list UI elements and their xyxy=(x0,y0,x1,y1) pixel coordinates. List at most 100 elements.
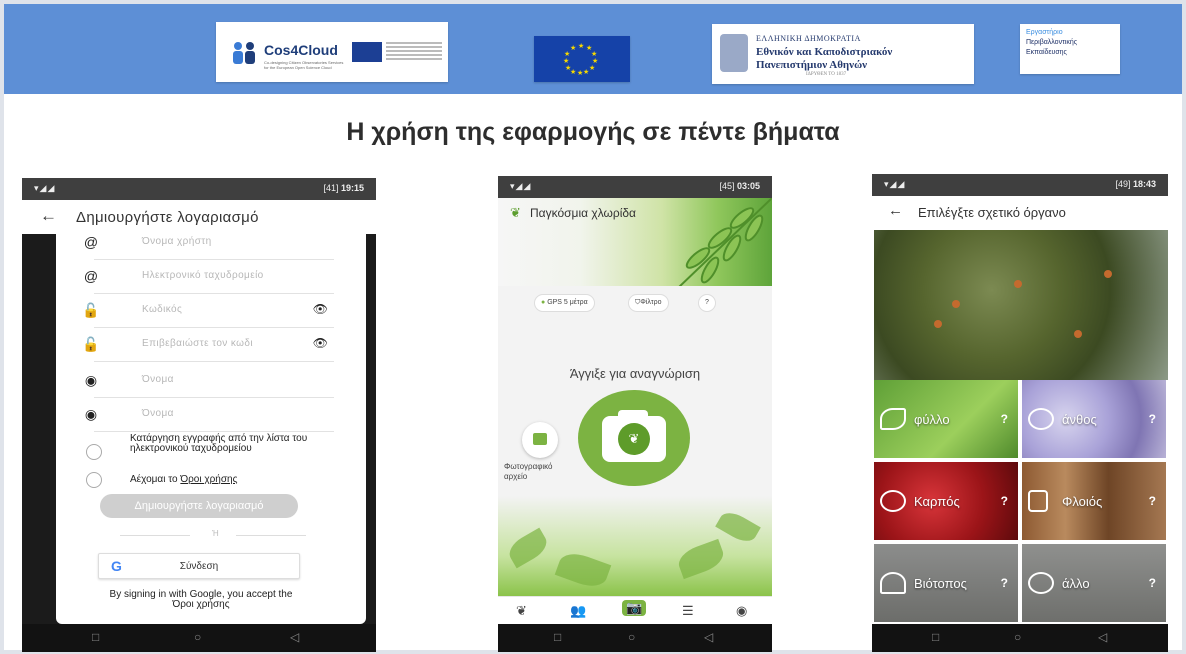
back-button[interactable]: ◁ xyxy=(1098,630,1107,644)
plant-icon: ❦ xyxy=(510,205,521,220)
battery-icon: [49] xyxy=(1115,179,1131,189)
organ-grid: φύλλο ? άνθος ? Καρπός ? Φλοιός ? Βιότοπ… xyxy=(874,380,1168,624)
back-button[interactable]: ◁ xyxy=(290,630,299,644)
home-button[interactable]: ○ xyxy=(194,630,201,644)
fruit-icon xyxy=(880,490,906,512)
slide-title: Η χρήση της εφαρμογής σε πέντε βήματα xyxy=(346,118,840,146)
organ-habitat-tile[interactable]: Βιότοπος ? xyxy=(874,544,1020,624)
lock-icon: 🔓 xyxy=(82,302,100,318)
signal-icon: ▾◢◢ xyxy=(34,183,56,193)
uoa-logo: ΕΛΛΗΝΙΚΗ ΔΗΜΟΚΡΑΤΙΑ Εθνικόν και Καποδιστ… xyxy=(712,24,974,84)
back-button[interactable]: ◁ xyxy=(704,630,713,644)
filter-chip-label: Φίλτρο xyxy=(640,299,662,306)
person-icon: ◉ xyxy=(84,372,98,388)
svg-text:★: ★ xyxy=(563,57,569,65)
or-text: Ή xyxy=(212,529,219,538)
plant-photo xyxy=(874,230,1168,380)
tab-camera-icon[interactable]: 📷 xyxy=(622,600,647,616)
uoa-line-4: ΙΔΡΥΘΕΝ ΤΟ 1837 xyxy=(806,72,847,77)
back-arrow-icon[interactable]: ← xyxy=(888,202,903,219)
gallery-button[interactable] xyxy=(522,422,558,458)
gps-chip[interactable]: ● GPS 5 μέτρα xyxy=(534,294,595,312)
screen-title: Δημιουργήστε λογαριασμό xyxy=(76,209,259,226)
home-button[interactable]: ○ xyxy=(1014,630,1021,644)
organ-bark-tile[interactable]: Φλοιός ? xyxy=(1022,462,1168,542)
gallery-label: Φωτογραφικό αρχείο xyxy=(504,462,553,481)
location-pin-icon: ● xyxy=(541,299,546,306)
google-terms-link[interactable]: Όροι χρήσης xyxy=(70,600,332,610)
google-signin-button[interactable]: G Σύνδεση xyxy=(98,553,300,579)
status-time: 03:05 xyxy=(736,181,760,191)
foliage-decoration xyxy=(498,496,772,596)
confirm-password-field[interactable]: 🔓 Επιβεβαιώστε τον κωδι 👁 xyxy=(82,328,334,362)
eye-icon[interactable]: 👁 xyxy=(313,302,328,316)
help-icon[interactable]: ? xyxy=(1001,412,1008,426)
bark-icon xyxy=(1028,490,1048,512)
organ-flower-tile[interactable]: άνθος ? xyxy=(1022,380,1168,460)
eye-icon[interactable]: 👁 xyxy=(313,336,328,350)
recent-apps-button[interactable]: □ xyxy=(92,630,99,644)
svg-text:★: ★ xyxy=(592,57,598,65)
bottom-tab-bar: ❦ 👥 📷 ☰ ◉ xyxy=(498,596,772,624)
plant-other-icon xyxy=(1028,572,1054,594)
image-icon xyxy=(533,433,547,445)
organ-other-label: άλλο xyxy=(1062,576,1090,591)
username-placeholder: Όνομα χρήστη xyxy=(142,236,212,247)
tab-community-icon[interactable]: 👥 xyxy=(570,603,586,619)
lab-line-2: Περιβαλλοντικής xyxy=(1026,39,1078,46)
organ-fruit-tile[interactable]: Καρπός ? xyxy=(874,462,1020,542)
organ-fruit-label: Καρπός xyxy=(914,494,960,509)
university-seal-icon xyxy=(720,34,748,72)
password-field[interactable]: 🔓 Κωδικός 👁 xyxy=(82,294,334,328)
signal-icon: ▾◢◢ xyxy=(884,179,906,189)
organ-leaf-label: φύλλο xyxy=(914,412,950,427)
help-icon[interactable]: ? xyxy=(1001,494,1008,508)
password-placeholder: Κωδικός xyxy=(142,304,183,315)
eu-flag-icon: ★ ★ ★ ★ ★ ★ ★ ★ ★ ★ ★ ★ xyxy=(534,36,630,82)
organ-other-tile[interactable]: άλλο ? xyxy=(1022,544,1168,624)
help-icon[interactable]: ? xyxy=(1149,576,1156,590)
tab-plants-icon[interactable]: ❦ xyxy=(516,603,527,619)
last-name-placeholder: Όνομα xyxy=(142,408,174,419)
status-bar: ▾◢◢ [45] 03:05 xyxy=(498,176,772,198)
accept-terms-radio[interactable] xyxy=(86,472,102,488)
help-icon[interactable]: ? xyxy=(1149,494,1156,508)
project-selector[interactable]: Παγκόσμια χλωρίδα xyxy=(530,206,636,220)
back-arrow-icon[interactable]: ← xyxy=(40,206,57,226)
recent-apps-button[interactable]: □ xyxy=(554,630,561,644)
svg-text:★: ★ xyxy=(565,64,571,72)
header-banner: Cos4Cloud Co-designing Citizen Observato… xyxy=(4,4,1182,94)
email-placeholder: Ηλεκτρονικό ταχυδρομείο xyxy=(142,270,264,281)
organ-leaf-tile[interactable]: φύλλο ? xyxy=(874,380,1020,460)
create-account-button[interactable]: Δημιουργήστε λογαριασμό xyxy=(100,494,298,518)
status-bar: ▾◢◢ [49] 18:43 xyxy=(872,174,1168,196)
signal-icon: ▾◢◢ xyxy=(510,181,532,191)
home-button[interactable]: ○ xyxy=(628,630,635,644)
unsubscribe-radio[interactable] xyxy=(86,444,102,460)
battery-icon: [45] xyxy=(719,181,735,191)
username-field[interactable]: @ Όνομα χρήστη xyxy=(84,226,334,260)
help-icon[interactable]: ? xyxy=(698,294,716,312)
svg-text:★: ★ xyxy=(589,64,595,72)
app-bar: ← Επιλέγξτε σχετικό όργανο xyxy=(872,196,1168,228)
people-icon xyxy=(233,42,255,64)
first-name-field[interactable]: ◉ Όνομα xyxy=(85,364,334,398)
help-icon[interactable]: ? xyxy=(1001,576,1008,590)
status-time: 19:15 xyxy=(340,183,364,193)
or-divider: Ή xyxy=(120,528,314,542)
recent-apps-button[interactable]: □ xyxy=(932,630,939,644)
cos4cloud-subtitle: Co-designing Citizen Observatories Servi… xyxy=(264,60,344,70)
last-name-field[interactable]: ◉ Όνομα xyxy=(85,398,334,432)
tab-list-icon[interactable]: ☰ xyxy=(682,603,694,619)
help-icon[interactable]: ? xyxy=(1149,412,1156,426)
lab-logo: Εργαστήριο Περιβαλλοντικής Εκπαίδευσης xyxy=(1020,24,1120,74)
identify-camera-button[interactable]: ❦ xyxy=(578,390,690,486)
tab-profile-icon[interactable]: ◉ xyxy=(736,603,747,619)
email-field[interactable]: @ Ηλεκτρονικό ταχυδρομείο xyxy=(84,260,334,294)
svg-text:★: ★ xyxy=(578,42,584,50)
fern-header: ❦ Παγκόσμια χλωρίδα xyxy=(498,198,772,286)
at-icon: @ xyxy=(83,268,99,284)
terms-link[interactable]: Όροι χρήσης xyxy=(180,474,237,485)
filter-chip[interactable]: ⛉Φίλτρο xyxy=(628,294,669,312)
person-icon: ◉ xyxy=(84,406,98,422)
